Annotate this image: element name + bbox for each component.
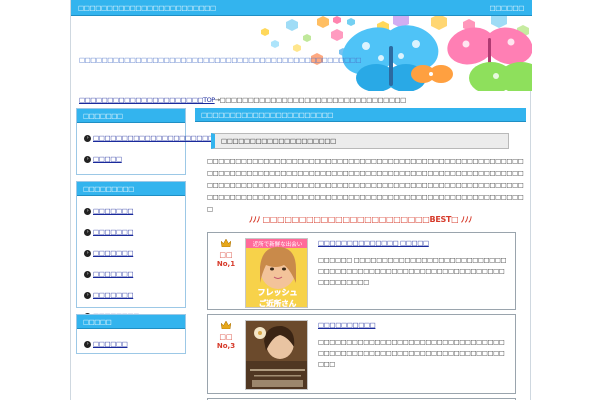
sidebar-item-1-2[interactable]: › □□□□□ bbox=[84, 154, 179, 165]
ranking-text-2: □□□□□□□□□□□□□□□□□□□□□□□□□□□□□□□□□□□□□□□□… bbox=[318, 339, 505, 368]
arrow-bullet-icon: › bbox=[84, 271, 91, 278]
site-description: □□□□□□□□□□□□□□□□□□□□□□□□□□□□□□□□□□□□□□□□… bbox=[79, 56, 362, 64]
rank-badge-1: □□ No,1 bbox=[214, 238, 238, 279]
sidebar-item-2-4[interactable]: › □□□□□□□ bbox=[84, 269, 179, 280]
ranking-title-link-1[interactable]: □□□□□□□□□□□□□□ □□□□□ bbox=[318, 239, 429, 247]
rank-number-2: No,3 bbox=[216, 342, 236, 350]
arrow-bullet-icon: › bbox=[84, 292, 91, 299]
sidebar-item-2-5[interactable]: › □□□□□□□ bbox=[84, 290, 179, 301]
main-heading: □□□□□□□□□□□□□□□□□□□□□□□ bbox=[195, 108, 526, 122]
butterfly-banner-image bbox=[261, 16, 532, 91]
arrow-bullet-icon: › bbox=[84, 135, 91, 142]
sub-heading: □□□□□□□□□□□□□□□□□□□□ bbox=[211, 133, 509, 149]
banner-caption-main: フレッシュ bbox=[258, 288, 298, 297]
sidebar-box-2: □□□□□□□□□ › □□□□□□□ › □□□□□□□ › □□□□□□□ › □□… bbox=[76, 181, 186, 320]
body-text: □□□□□□□□□□□□□□□□□□□□□□□□□□□□□□□□□□□□□□□□… bbox=[207, 158, 524, 213]
arrow-bullet-icon: › bbox=[84, 341, 91, 348]
rank-label-1: □□ bbox=[219, 251, 233, 259]
top-right-link[interactable]: □□□□□□ bbox=[490, 4, 525, 12]
sidebar-item-2-1[interactable]: › □□□□□□□ bbox=[84, 206, 179, 217]
sidebar-heading-1: □□□□□□□ bbox=[77, 109, 185, 123]
best-ranking-heading: ﾉﾉﾉ □□□□□□□□□□□□□□□□□□□□□□□BEST□ ﾉﾉﾉ bbox=[249, 215, 472, 224]
rank-label-2: □□ bbox=[219, 333, 233, 341]
crown-icon bbox=[220, 320, 232, 330]
rank-badge-2: □□ No,3 bbox=[214, 320, 238, 361]
sidebar-heading-2: □□□□□□□□□ bbox=[77, 182, 185, 196]
crown-icon bbox=[220, 238, 232, 248]
ranking-thumbnail-2[interactable] bbox=[245, 320, 308, 390]
ranking-thumbnail-1[interactable]: 近所で新鮮な出会い フレッシュ ご近所さん bbox=[245, 238, 308, 308]
ranking-text-1: □□□□□□ □□□□□□□□□□□□□□□□□□□□□□□□□□□□□□□□□… bbox=[318, 257, 507, 286]
breadcrumb: □□□□□□□□□□□□□□□□□□□□□□TOP→□□□□□□□□□□□□□□… bbox=[79, 96, 406, 104]
banner-image-1: 近所で新鮮な出会い フレッシュ ご近所さん bbox=[246, 239, 307, 308]
arrow-bullet-icon: › bbox=[84, 208, 91, 215]
arrow-bullet-icon: › bbox=[84, 250, 91, 257]
sidebar-item-3-1[interactable]: › □□□□□□ bbox=[84, 339, 179, 350]
main-content: □□□□□□□□□□□□□□□□□□□□□□□ □□□□□□□□□□□□□□□□… bbox=[195, 108, 526, 400]
rank-number-1: No,1 bbox=[216, 260, 236, 268]
top-bar: □□□□□□□□□□□□□□□□□□□□□□□□ □□□□□□ bbox=[71, 0, 532, 16]
breadcrumb-home-link[interactable]: □□□□□□□□□□□□□□□□□□□□□□TOP bbox=[79, 96, 215, 104]
arrow-bullet-icon: › bbox=[84, 156, 91, 163]
arrow-bullet-icon: › bbox=[84, 229, 91, 236]
sidebar-heading-3: □□□□□ bbox=[77, 315, 185, 329]
ranking-card-1: □□ No,1 近所で新鮮な出会い フレッシュ ご近所さん □□□□□□□□□□ bbox=[207, 232, 516, 310]
banner-caption-top: 近所で新鮮な出会い bbox=[253, 240, 303, 248]
page-container: □□□□□□□□□□□□□□□□□□□□□□□□ □□□□□□ □□□□□□□□… bbox=[70, 0, 532, 400]
sidebar-item-2-3[interactable]: › □□□□□□□ bbox=[84, 248, 179, 259]
sidebar-box-3: □□□□□ › □□□□□□ bbox=[76, 314, 186, 354]
ranking-title-link-2[interactable]: □□□□□□□□□□ bbox=[318, 321, 376, 329]
banner-image-2 bbox=[246, 321, 307, 389]
site-title-link[interactable]: □□□□□□□□□□□□□□□□□□□□□□□□ bbox=[78, 4, 216, 12]
banner-caption-sub: ご近所さん bbox=[259, 298, 297, 308]
sidebar-item-2-2[interactable]: › □□□□□□□ bbox=[84, 227, 179, 238]
sidebar-item-1-1[interactable]: › □□□□□□□□□□□□□□□□□□□□□□ bbox=[84, 133, 220, 144]
breadcrumb-current: □□□□□□□□□□□□□□□□□□□□□□□□□□□□□□□□□ bbox=[219, 96, 407, 104]
ranking-card-2: □□ No,3 □□□□□□□□□□ □□□□□□□□□□□□□□□□□□□□□… bbox=[207, 314, 516, 394]
sidebar-box-1: □□□□□□□ › □□□□□□□□□□□□□□□□□□□□□□ › □□□□□ bbox=[76, 108, 220, 175]
header-banner: □□□□□□□□□□□□□□□□□□□□□□□□□□□□□□□□□□□□□□□□… bbox=[71, 16, 532, 91]
